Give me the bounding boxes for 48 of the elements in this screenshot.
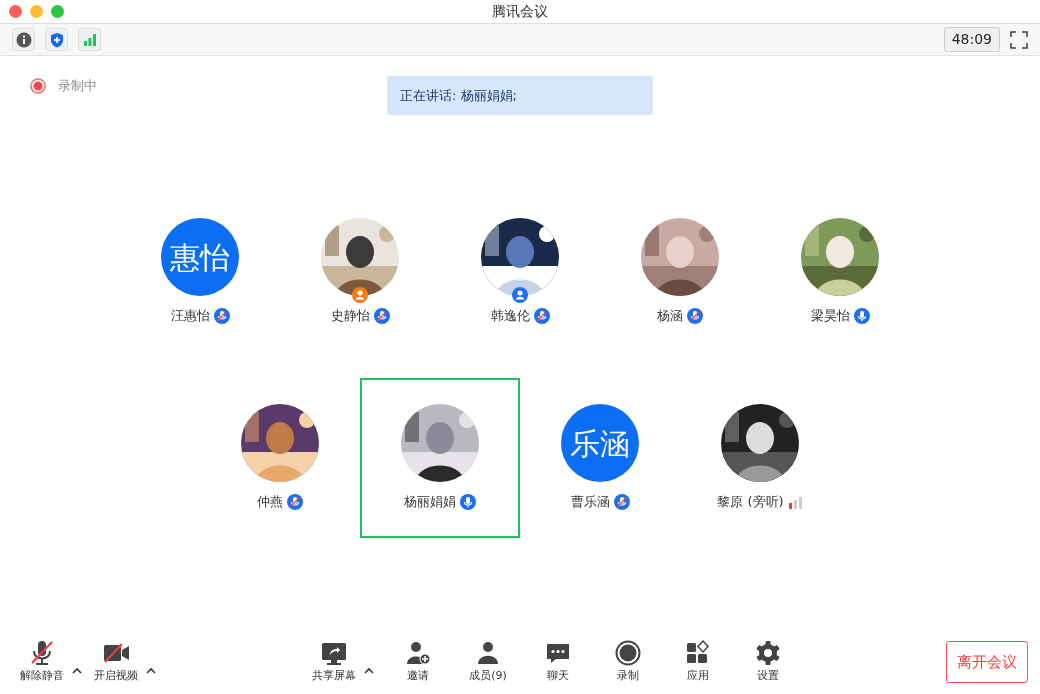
toolbar-button[interactable]: 聊天 [532,639,584,685]
participant-tile[interactable]: 韩逸伦 [440,192,600,352]
signal-icon [81,31,98,48]
participant-tile[interactable]: 史静怡 [280,192,440,352]
leave-meeting-button[interactable]: 离开会议 [946,640,1028,684]
window-title: 腾讯会议 [492,2,548,21]
participant-tile[interactable]: 黎原 (旁听) [680,378,840,538]
participant-tile[interactable]: 梁昊怡 [760,192,920,352]
participant-name: 杨涵 [657,307,683,326]
toolbar-button[interactable]: 共享屏幕 [308,639,360,685]
close-button[interactable] [9,5,22,18]
toolbar-button[interactable]: 解除静音 [16,639,68,685]
participant-name: 杨丽娟娟 [404,493,456,512]
caret-icon[interactable] [364,666,374,675]
participant-name: 韩逸伦 [490,307,530,326]
caret-icon[interactable] [146,666,156,675]
info-icon [15,31,32,48]
toolbar-button[interactable]: 开启视频 [90,639,142,685]
participant-name: 汪惠怡 [170,307,210,326]
toolbar-button[interactable] [45,28,68,51]
participant-tile[interactable]: 杨涵 [600,192,760,352]
record-icon [614,639,642,668]
avatar: 乐涵 [561,404,639,483]
settings-icon [754,639,782,668]
mic-muted-icon [28,639,56,668]
participant-name: 黎原 (旁听) [717,493,784,512]
participant-tile[interactable]: 惠怡 汪惠怡 [120,192,280,352]
fullscreen-icon[interactable] [1010,30,1028,49]
avatar: 惠怡 [161,218,239,297]
toolbar-button[interactable]: 邀请 [392,639,444,685]
participant-name: 仲燕 [257,493,283,512]
participant-name: 梁昊怡 [810,307,850,326]
caret-icon[interactable] [72,666,82,675]
toolbar-button[interactable]: 录制 [602,639,654,685]
participant-tile[interactable]: 仲燕 [200,378,360,538]
recording-icon [30,77,46,94]
recording-status: 录制中 [58,77,97,95]
meeting-timer: 48:09 [943,27,1000,52]
participant-name: 曹乐涵 [570,493,610,512]
participant-name: 史静怡 [330,307,370,326]
participant-tile[interactable]: 杨丽娟娟 [360,378,520,538]
toolbar-button[interactable]: 成员(9) [462,639,514,685]
participant-tile[interactable]: 乐涵 曹乐涵 [520,378,680,538]
toolbar-button[interactable]: 应用 [672,639,724,685]
shield-icon [48,31,65,48]
toolbar-button[interactable] [12,28,35,51]
speaking-banner: 正在讲话: 杨丽娟娟; [387,76,653,115]
toolbar-button[interactable]: 设置 [742,639,794,685]
